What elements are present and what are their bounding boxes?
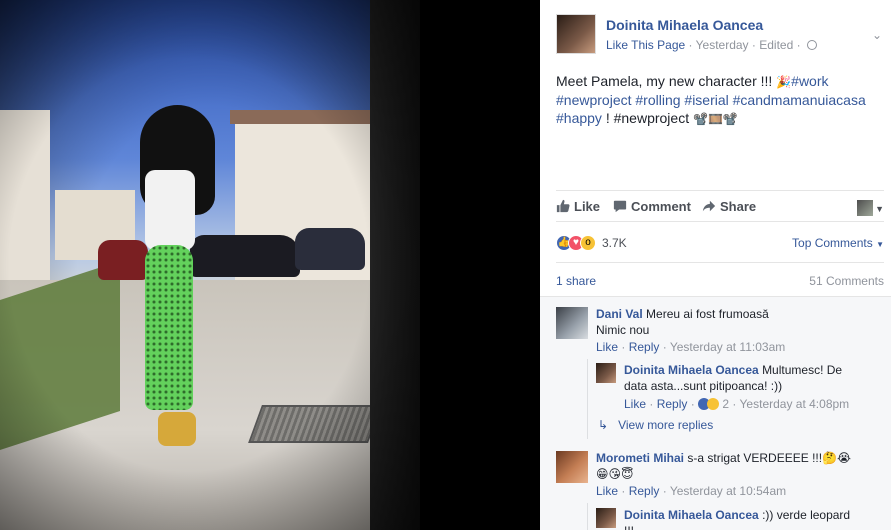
view-more-replies-link[interactable]: ↳ View more replies xyxy=(598,418,713,432)
post-text: Meet Pamela, my new character !!! 🎉#work… xyxy=(556,73,866,126)
commenter-name[interactable]: Doinita Mihaela Oancea xyxy=(624,508,759,522)
haha-reaction-icon xyxy=(707,398,720,410)
comment-button[interactable]: Comment xyxy=(613,199,691,214)
comment-timestamp[interactable]: Yesterday at 11:03am xyxy=(670,340,785,354)
viewer-avatar xyxy=(857,199,874,216)
post-actions-bar: Like Comment Share ▼ xyxy=(556,190,884,222)
reply-thread-line xyxy=(587,503,588,530)
comment-meta: Like · Reply · Yesterday at 10:54am xyxy=(596,484,787,498)
thumbs-up-icon xyxy=(556,199,570,213)
comment-text: data asta...sunt pitipoanca! :)) xyxy=(624,379,783,393)
shares-link[interactable]: 1 share xyxy=(556,274,596,288)
comment-text: !!! xyxy=(624,524,634,530)
hashtag-links[interactable]: #newproject #rolling #iserial #candmaman… xyxy=(556,92,866,108)
commenter-name[interactable]: Morometi Mihai xyxy=(596,451,684,465)
commenter-avatar[interactable] xyxy=(556,451,588,483)
comment-reply-link[interactable]: Reply xyxy=(629,484,660,498)
hashtag-happy-link[interactable]: #happy xyxy=(556,110,602,126)
dropdown-caret-icon: ▼ xyxy=(875,204,884,214)
stats-row: 1 share 51 Comments xyxy=(556,262,884,296)
post-meta: Like This Page · Yesterday · Edited · xyxy=(606,38,817,52)
hashtag-link[interactable]: #work xyxy=(791,73,828,89)
globe-icon xyxy=(806,40,817,50)
commenter-avatar[interactable] xyxy=(556,307,588,339)
reply-item: Doinita Mihaela Oancea Multumesc! De dat… xyxy=(624,362,874,412)
photo-vignette xyxy=(0,0,420,530)
reply-avatar[interactable] xyxy=(596,363,616,383)
like-button[interactable]: Like xyxy=(556,199,600,214)
post-as-selector[interactable]: ▼ xyxy=(857,199,884,217)
comment-text: :)) verde leopard xyxy=(762,508,851,522)
comment-item: Morometi Mihai s-a strigat VERDEEEE !!!🤔… xyxy=(596,450,881,499)
reactions-row: 👍 ♥ o 3.7K Top Comments ▼ xyxy=(556,232,884,256)
film-emoji: 📽️🎞️📽️ xyxy=(693,112,738,126)
post-panel: Doinita Mihaela Oancea Like This Page · … xyxy=(540,0,891,530)
photo-viewer[interactable] xyxy=(0,0,540,530)
edited-label[interactable]: Edited xyxy=(759,38,793,52)
author-name-link[interactable]: Doinita Mihaela Oancea xyxy=(606,17,763,33)
comment-text: s-a strigat VERDEEEE !!! xyxy=(687,451,823,465)
comment-text: Nimic nou xyxy=(596,323,650,337)
reactions-count[interactable]: 3.7K xyxy=(602,236,627,250)
commenter-name[interactable]: Doinita Mihaela Oancea xyxy=(624,363,759,377)
comment-emoji: 🤔😭 xyxy=(822,451,852,465)
comment-reply-link[interactable]: Reply xyxy=(657,397,688,411)
commenter-name[interactable]: Dani Val xyxy=(596,307,643,321)
comment-timestamp[interactable]: Yesterday at 4:08pm xyxy=(740,397,850,411)
share-arrow-icon xyxy=(702,200,716,212)
top-comments-dropdown[interactable]: Top Comments ▼ xyxy=(792,236,884,250)
comments-count-link[interactable]: 51 Comments xyxy=(809,274,884,288)
comment-like-link[interactable]: Like xyxy=(624,397,646,411)
reaction-count[interactable]: 2 xyxy=(722,397,729,411)
comment-text: Multumesc! De xyxy=(762,363,843,377)
comment-icon xyxy=(613,200,627,213)
reply-item: Doinita Mihaela Oancea :)) verde leopard… xyxy=(624,507,874,530)
comment-text: Mereu ai fost frumoasă xyxy=(646,307,769,321)
comments-section: Dani Val Mereu ai fost frumoasă Nimic no… xyxy=(540,296,891,530)
comment-timestamp[interactable]: Yesterday at 10:54am xyxy=(670,484,786,498)
comment-meta: Like · Reply · 2 · Yesterday at 4:08pm xyxy=(624,397,850,411)
party-emoji: 🎉 xyxy=(776,75,792,89)
comment-reply-link[interactable]: Reply xyxy=(629,340,660,354)
comment-like-link[interactable]: Like xyxy=(596,340,618,354)
comment-emoji: 😁😘😇 xyxy=(596,467,634,481)
author-avatar[interactable] xyxy=(556,14,596,54)
share-button[interactable]: Share xyxy=(702,199,756,214)
chevron-down-icon[interactable]: ⌄ xyxy=(872,28,882,42)
reply-avatar[interactable] xyxy=(596,508,616,528)
comment-like-link[interactable]: Like xyxy=(596,484,618,498)
post-photo[interactable] xyxy=(0,0,420,530)
comment-meta: Like · Reply · Yesterday at 11:03am xyxy=(596,340,786,354)
wow-reaction-icon[interactable]: o xyxy=(580,235,596,251)
post-timestamp[interactable]: Yesterday xyxy=(696,38,749,52)
comment-item: Dani Val Mereu ai fost frumoasă Nimic no… xyxy=(596,306,876,355)
like-page-link[interactable]: Like This Page xyxy=(606,38,685,52)
reply-thread-line xyxy=(587,359,588,439)
post-header: Doinita Mihaela Oancea Like This Page · … xyxy=(556,14,886,58)
reply-arrow-icon: ↳ xyxy=(598,418,609,432)
